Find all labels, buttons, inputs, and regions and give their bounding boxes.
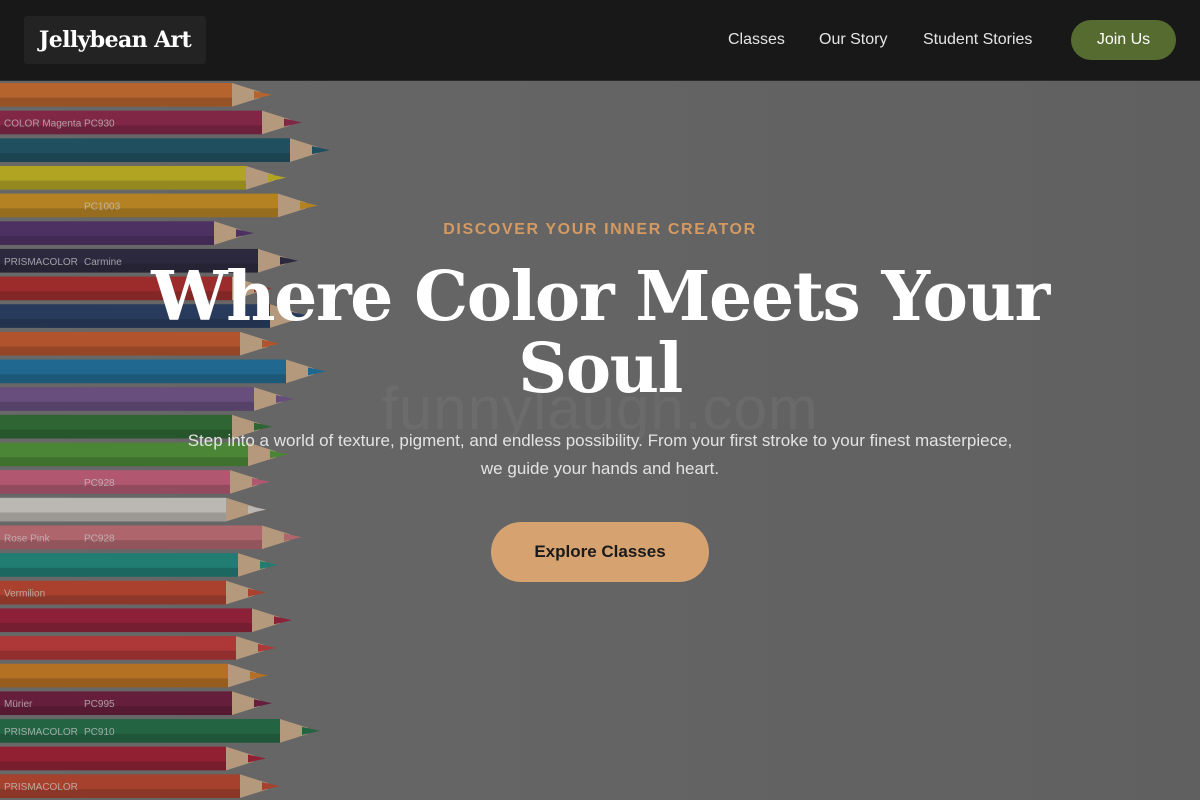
hero-eyebrow: DISCOVER YOUR INNER CREATOR	[443, 221, 757, 238]
join-us-button[interactable]: Join Us	[1071, 20, 1176, 60]
hero-section: COLOR Magenta PC930 PC1003 PRISMACOLOR Carmi…	[0, 81, 1200, 800]
nav-link-classes[interactable]: Classes	[728, 29, 785, 51]
hero-description: Step into a world of texture, pigment, a…	[187, 431, 1013, 478]
site-header: Jellybean Art Classes Our Story Student …	[0, 0, 1200, 81]
explore-classes-button[interactable]: Explore Classes	[491, 522, 709, 582]
hero-title: Where Color Meets Your Soul	[151, 257, 1050, 409]
nav-link-student-stories[interactable]: Student Stories	[923, 29, 1032, 51]
site-logo[interactable]: Jellybean Art	[24, 16, 206, 64]
nav-link-our-story[interactable]: Our Story	[819, 29, 887, 51]
